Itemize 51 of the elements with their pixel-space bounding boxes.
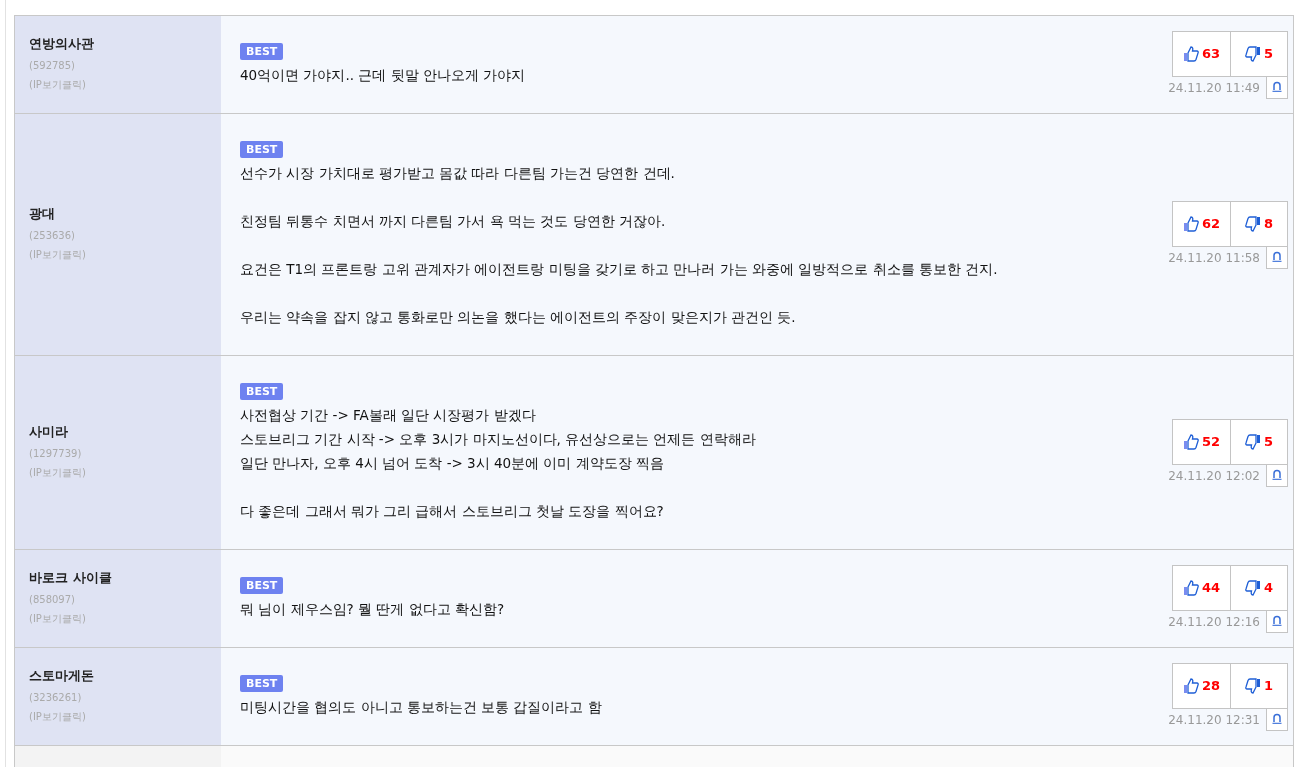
best-badge: BEST [240,141,284,158]
comment-time: 24.11.20 12:31 [1168,712,1260,727]
comment-text: 선수가 시장 가치대로 평가받고 몸값 따라 다른팀 가는건 당연한 건데. [240,164,675,183]
thumbs-up-icon [1182,45,1199,62]
comment-text: 요건은 T1의 프론트랑 고위 관계자가 에이전트랑 미팅을 갖기로 하고 만나러 가는 와중에 일방적으로 취소를 통보한 건지. [240,260,998,279]
comment-text: 40억이면 가야지.. 근데 뒷말 안나오게 가야지 [240,66,526,85]
bell-icon [1271,469,1283,481]
thumbs-up-icon [1182,579,1199,596]
comment-text: 사전협상 기간 -> FA볼래 일단 시장평가 받겠다 [240,406,537,425]
thumbs-down-icon [1244,579,1261,596]
author-name[interactable]: 바로크 사이클 [29,569,221,587]
user-id: (3236261) [29,691,83,705]
thumbs-up-icon [1182,433,1199,450]
comment-text: 스토브리그 기간 시작 -> 오후 3시가 마지노선이다, 유선상으로는 언제든 연락해라 [240,430,756,449]
author-name[interactable]: 연방의사관 [29,35,221,53]
report-button[interactable] [1266,610,1288,633]
thumbs-down-icon [1244,433,1261,450]
report-button[interactable] [1266,76,1288,99]
best-badge: BEST [240,43,284,60]
user-id: (1297739) [29,447,83,461]
user-id: (253636) [29,229,76,243]
comment-time: 24.11.20 11:58 [1168,250,1260,265]
bell-icon [1271,713,1283,725]
report-button[interactable] [1266,708,1288,731]
bell-icon [1271,251,1283,263]
user-id: (858097) [29,593,76,607]
author-name[interactable]: 광대 [29,205,221,223]
user-id: (592785) [29,59,76,73]
thumbs-down-icon [1244,677,1261,694]
best-badge: BEST [240,577,284,594]
bell-icon [1271,81,1283,93]
comment-time: 24.11.20 11:49 [1168,80,1260,95]
report-button[interactable] [1266,246,1288,269]
best-badge: BEST [240,675,284,692]
comment-time: 24.11.20 12:16 [1168,614,1260,629]
thumbs-up-icon [1182,215,1199,232]
thumbs-down-icon [1244,45,1261,62]
comment-text: 뭐 님이 제우스임? 뭘 딴게 없다고 확신함? [240,600,505,619]
comment-text: 우리는 약속을 잡지 않고 통화로만 의논을 했다는 에이전트의 주장이 맞은지가 관건인 듯. [240,308,796,327]
author-name[interactable]: 스토마게돈 [29,667,221,685]
comment-text: 친정팀 뒤통수 치면서 까지 다른팀 가서 욕 먹는 것도 당연한 거잖아. [240,212,666,231]
report-button[interactable] [1266,464,1288,487]
author-name[interactable]: 사미라 [29,423,221,441]
comment-text: 미팅시간을 협의도 아니고 통보하는건 보통 갑질이라고 함 [240,698,602,717]
thumbs-down-icon [1244,215,1261,232]
comment-text: 다 좋은데 그래서 뭐가 그리 급해서 스토브리그 첫날 도장을 찍어요? [240,502,664,521]
comment-time: 24.11.20 12:02 [1168,468,1260,483]
thumbs-up-icon [1182,677,1199,694]
best-badge: BEST [240,383,284,400]
bell-icon [1271,615,1283,627]
comment-text: 일단 만나자, 오후 4시 넘어 도착 -> 3시 40분에 이미 계약도장 찍음 [240,454,666,473]
